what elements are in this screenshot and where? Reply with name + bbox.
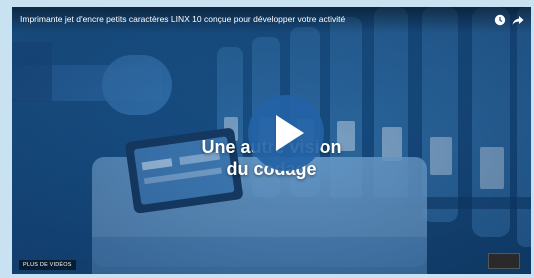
more-videos-button[interactable]: PLUS DE VIDÉOS xyxy=(19,260,76,270)
play-icon xyxy=(276,115,304,151)
watch-later-button[interactable] xyxy=(494,13,506,26)
share-arrow-icon xyxy=(512,16,524,25)
brand-logo-plate xyxy=(488,253,520,269)
video-player[interactable]: Imprimante jet d'encre petits caractères… xyxy=(12,7,531,274)
video-title[interactable]: Imprimante jet d'encre petits caractères… xyxy=(20,14,480,24)
share-button[interactable] xyxy=(512,13,524,25)
clock-icon xyxy=(494,14,506,26)
play-button[interactable] xyxy=(248,95,324,171)
